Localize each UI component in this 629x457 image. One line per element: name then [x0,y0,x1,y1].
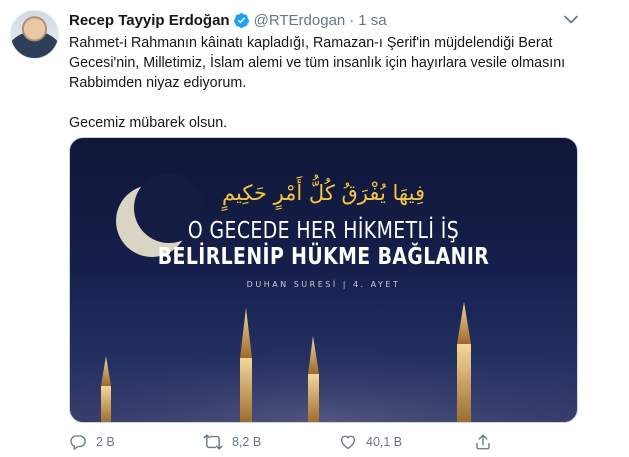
tweet-actions: 2 B 8,2 B 40,1 B [69,431,509,453]
arabic-verse: فِيهَا يُفْرَقُ كُلُّ أَمْرٍ حَكِيمٍ [222,181,425,205]
verse-translation-line-2: BELİRLENİP HÜKME BAĞLANIR [157,244,490,270]
tweet-card[interactable]: Recep Tayyip Erdoğan @RTErdogan · 1 sa R… [0,0,629,457]
tweet-text: Rahmet-i Rahmanın kâinatı kapladığı, Ram… [69,33,589,133]
separator-dot: · [349,11,355,29]
heart-icon [339,433,357,451]
retweet-count: 8,2 B [232,435,262,449]
author-name[interactable]: Recep Tayyip Erdoğan [69,12,230,29]
avatar[interactable] [10,10,59,59]
share-icon [474,433,492,451]
chevron-down-icon[interactable] [561,10,581,28]
tweet-paragraph: Rahmet-i Rahmanın kâinatı kapladığı, Ram… [69,35,566,91]
verse-translation-line-1: O GECEDE HER HİKMETLİ İŞ [187,218,460,244]
tweet-timestamp[interactable]: 1 sa [358,12,386,29]
like-count: 40,1 B [366,435,403,449]
author-handle[interactable]: @RTErdogan [254,12,346,29]
tweet-image[interactable]: فِيهَا يُفْرَقُ كُلُّ أَمْرٍ حَكِيمٍ O G… [69,137,578,423]
reply-icon [69,433,87,451]
verse-source: DUHAN SURESİ | 4. AYET [246,280,401,289]
like-button[interactable]: 40,1 B [339,433,402,451]
reply-count: 2 B [96,435,115,449]
retweet-button[interactable]: 8,2 B [203,433,261,451]
verified-badge-icon [233,12,250,29]
share-button[interactable] [474,433,492,451]
retweet-icon [203,433,223,451]
tweet-header: Recep Tayyip Erdoğan @RTErdogan · 1 sa [69,10,387,30]
reply-button[interactable]: 2 B [69,433,115,451]
tweet-paragraph: Gecemiz mübarek olsun. [69,115,228,131]
